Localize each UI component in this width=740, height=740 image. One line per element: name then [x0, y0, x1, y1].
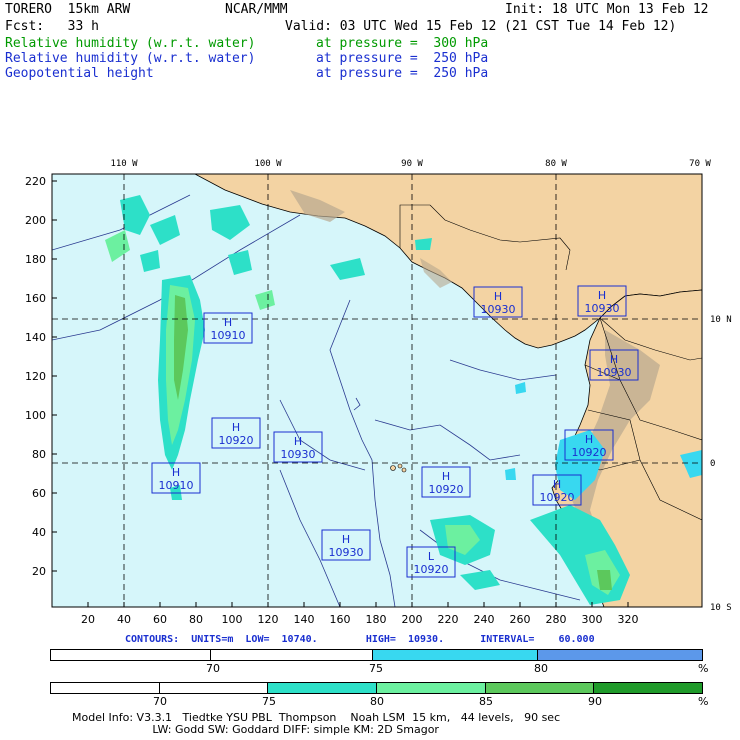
y-tick-label: 180	[25, 253, 46, 266]
marker-value: 10930	[481, 303, 516, 316]
x-tick-label: 200	[402, 613, 423, 626]
y-tick-label: 20	[32, 565, 46, 578]
colorbar-label: 70	[206, 662, 220, 675]
model-info-line-2: LW: Godd SW: Goddard DIFF: simple KM: 2D…	[72, 723, 439, 736]
colorbar-label: 85	[479, 695, 493, 708]
marker-type: H	[553, 478, 561, 491]
marker-type: H	[342, 533, 350, 546]
colorbar-segment	[210, 650, 374, 660]
colorbar-label: 80	[370, 695, 384, 708]
x-tick-label: 20	[81, 613, 95, 626]
marker-value: 10930	[585, 302, 620, 315]
x-tick-label: 80	[189, 613, 203, 626]
latitude-label: 10 S	[710, 603, 732, 613]
y-tick-label: 200	[25, 214, 46, 227]
colorbar-label: 75	[262, 695, 276, 708]
marker-type: H	[172, 466, 180, 479]
x-tick-label: 300	[582, 613, 603, 626]
y-tick-label: 120	[25, 370, 46, 383]
longitude-label: 90 W	[401, 159, 423, 169]
colorbar-label: 75	[369, 662, 383, 675]
colorbar-label: 90	[588, 695, 602, 708]
x-tick-label: 120	[258, 613, 279, 626]
contour-info: CONTOURS: UNITS=m LOW= 10740. HIGH= 1093…	[125, 634, 595, 645]
colorbar-segment	[594, 683, 703, 693]
x-tick-label: 260	[510, 613, 531, 626]
latitude-labels: 10 N 0 10 S	[710, 315, 732, 613]
y-tick-label: 60	[32, 487, 46, 500]
colorbar-segment	[373, 650, 538, 660]
x-tick-label: 180	[366, 613, 387, 626]
marker-type: H	[494, 290, 502, 303]
marker-value: 10920	[572, 446, 607, 459]
marker-type: H	[294, 435, 302, 448]
x-tick-label: 320	[618, 613, 639, 626]
marker-type: H	[598, 289, 606, 302]
marker-type: H	[585, 433, 593, 446]
marker-value: 10930	[597, 366, 632, 379]
y-tick-label: 160	[25, 292, 46, 305]
colorbar-segment	[537, 650, 703, 660]
colorbar-segment	[51, 683, 160, 693]
colorbar-300hPa	[50, 682, 703, 694]
galapagos-island	[390, 465, 396, 471]
x-tick-label: 60	[153, 613, 167, 626]
longitude-label: 80 W	[545, 159, 567, 169]
y-tick-label: 40	[32, 526, 46, 539]
galapagos-island	[397, 463, 403, 469]
marker-value: 10930	[281, 448, 316, 461]
galapagos-island	[401, 467, 407, 473]
marker-value: 10920	[540, 491, 575, 504]
weather-map: 110 W 100 W 90 W 80 W 70 W 10 N 0 10 S 20 40 60 8…	[25, 159, 732, 626]
x-tick-label: 240	[474, 613, 495, 626]
marker-type: H	[610, 353, 618, 366]
marker-type: H	[442, 470, 450, 483]
marker-value: 10930	[329, 546, 364, 559]
colorbar-label: 80	[534, 662, 548, 675]
x-tick-label: 280	[546, 613, 567, 626]
marker-type: H	[232, 421, 240, 434]
colorbar-segment	[485, 683, 595, 693]
colorbar-250hPa	[50, 649, 703, 661]
marker-type: H	[224, 316, 232, 329]
marker-value: 10920	[414, 563, 449, 576]
longitude-label: 100 W	[254, 159, 282, 169]
colorbar-segment	[377, 683, 486, 693]
longitude-label: 70 W	[689, 159, 711, 169]
x-tick-label: 220	[438, 613, 459, 626]
colorbar-unit: %	[698, 695, 709, 708]
y-tick-label: 220	[25, 175, 46, 188]
x-tick-label: 100	[222, 613, 243, 626]
marker-type: L	[428, 550, 435, 563]
x-tick-label: 160	[330, 613, 351, 626]
y-tick-label: 80	[32, 448, 46, 461]
y-tick-label: 140	[25, 331, 46, 344]
marker-value: 10910	[159, 479, 194, 492]
colorbar-unit: %	[698, 662, 709, 675]
latitude-label: 10 N	[710, 315, 732, 325]
y-tick-label: 100	[25, 409, 46, 422]
colorbar-segment	[159, 683, 269, 693]
x-tick-label: 40	[117, 613, 131, 626]
colorbar-label: 70	[153, 695, 167, 708]
longitude-labels: 110 W 100 W 90 W 80 W 70 W	[110, 159, 711, 169]
longitude-label: 110 W	[110, 159, 138, 169]
marker-value: 10910	[211, 329, 246, 342]
marker-value: 10920	[219, 434, 254, 447]
x-tick-label: 140	[294, 613, 315, 626]
colorbar-segment	[268, 683, 378, 693]
latitude-label: 0	[710, 459, 715, 469]
colorbar-segment	[51, 650, 211, 660]
marker-value: 10920	[429, 483, 464, 496]
